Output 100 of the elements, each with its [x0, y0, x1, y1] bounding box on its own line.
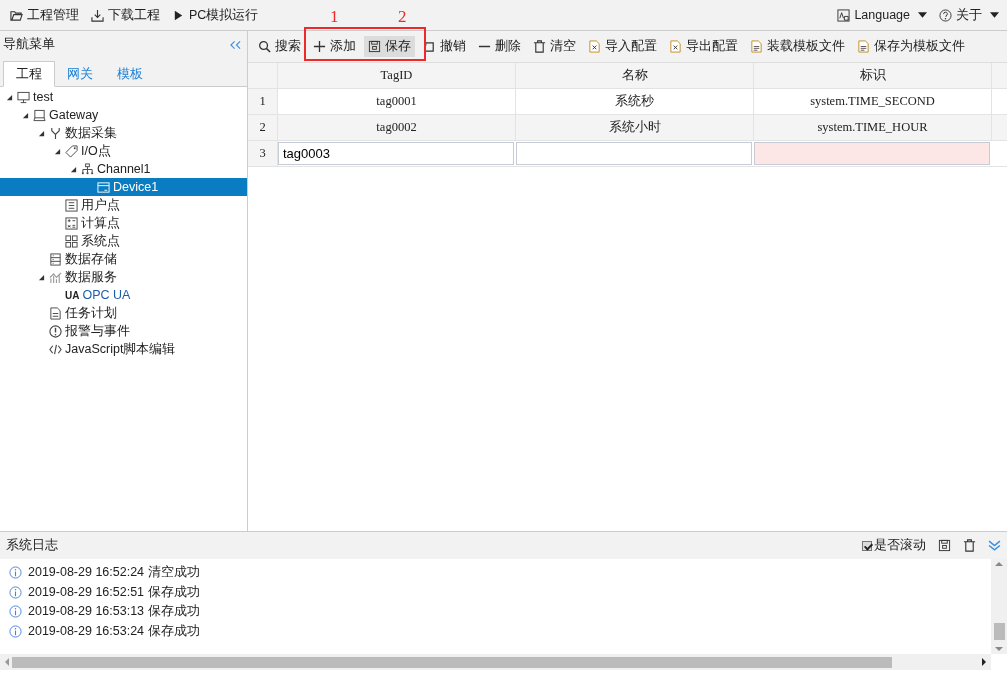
toolbar-button[interactable]: 保存为模板文件 [853, 36, 969, 57]
search-icon [258, 40, 271, 53]
log-entry: 2019-08-29 16:53:24 保存成功 [28, 622, 200, 640]
spreadsheet-file-icon [669, 40, 682, 53]
tree-item[interactable]: 任务计划 [0, 304, 247, 322]
tree-item[interactable]: UA OPC UA [0, 286, 247, 304]
dropdown-button[interactable]: 关于 [939, 6, 999, 24]
toolbar-button[interactable]: 保存 [364, 36, 415, 57]
expanded-triangle-icon[interactable] [37, 273, 45, 281]
laptop-icon [33, 108, 46, 122]
save-icon [368, 40, 381, 53]
trash-icon [963, 539, 976, 552]
toolbar-button[interactable]: 导入配置 [584, 36, 661, 57]
menu-button[interactable]: 下载工程 [91, 6, 160, 24]
menu-button[interactable]: PC模拟运行 [172, 6, 259, 24]
toolbar-button[interactable]: 装载模板文件 [746, 36, 849, 57]
annotation-number: 2 [398, 7, 407, 27]
play-icon [172, 8, 185, 22]
table-cell: system.TIME_HOUR [754, 115, 992, 140]
spreadsheet-file-icon [588, 40, 601, 53]
toolbar-button[interactable]: 导出配置 [665, 36, 742, 57]
log-entry: 2019-08-29 16:52:24 清空成功 [28, 564, 200, 582]
toolbar-button[interactable]: 清空 [529, 36, 580, 57]
tree-item[interactable]: Device1 [0, 178, 247, 196]
log-entry: 2019-08-29 16:52:51 保存成功 [28, 583, 200, 601]
table-cell: tag0002 [278, 115, 516, 140]
tab[interactable]: 网关 [55, 61, 105, 87]
tree-item[interactable]: Channel1 [0, 160, 247, 178]
tab[interactable]: 工程 [3, 61, 55, 87]
toolbar-button[interactable]: 搜索 [254, 36, 305, 57]
save-icon [938, 539, 951, 552]
expanded-triangle-icon[interactable] [37, 129, 45, 137]
tree-item[interactable]: JavaScript脚本编辑 [0, 340, 247, 358]
table-cell: 系统秒 [516, 89, 754, 114]
vertical-scrollbar[interactable] [991, 559, 1007, 654]
tree-item[interactable]: 报警与事件 [0, 322, 247, 340]
trash-icon [533, 40, 546, 53]
info-icon [9, 566, 22, 580]
tag-icon [65, 144, 78, 158]
column-header[interactable]: 标识 [754, 63, 992, 88]
collapse-down-icon[interactable] [988, 539, 1001, 552]
table-cell: system.TIME_SECOND [754, 89, 992, 114]
plus-icon [313, 40, 326, 53]
tree-item[interactable]: I/O点 [0, 142, 247, 160]
tab[interactable]: 模板 [105, 61, 155, 87]
panel-title: 系统日志 [6, 537, 58, 554]
caret-icon [918, 12, 927, 18]
table-cell: 系统小时 [516, 115, 754, 140]
tree-item[interactable]: 计算点 [0, 214, 247, 232]
horizontal-scrollbar[interactable] [0, 654, 991, 670]
language-icon [837, 8, 851, 22]
monitor-icon [17, 90, 30, 104]
cell-input-field[interactable]: tag0003 [278, 142, 514, 165]
autoscroll-checkbox[interactable]: 是否滚动 [862, 537, 926, 554]
table-cell: tag0001 [278, 89, 516, 114]
network-icon [81, 162, 94, 176]
tree-item[interactable]: 数据服务 [0, 268, 247, 286]
document-icon [49, 306, 62, 320]
database-icon [49, 252, 62, 266]
tree-item[interactable]: 数据存储 [0, 250, 247, 268]
info-icon [9, 585, 22, 599]
expanded-triangle-icon[interactable] [53, 147, 61, 155]
expanded-triangle-icon[interactable] [21, 111, 29, 119]
info-icon [9, 624, 22, 638]
tree-item[interactable]: test [0, 88, 247, 106]
column-header[interactable]: TagID [278, 63, 516, 88]
tree-item[interactable]: 系统点 [0, 232, 247, 250]
cell-input-field[interactable] [754, 142, 990, 165]
chart-icon [49, 270, 62, 284]
expanded-triangle-icon[interactable] [5, 93, 13, 101]
log-entry: 2019-08-29 16:53:13 保存成功 [28, 603, 200, 621]
collapse-icon[interactable] [230, 39, 241, 50]
info-icon [9, 605, 22, 619]
document-icon [750, 40, 763, 53]
help-icon [939, 8, 952, 22]
cell-input-field[interactable] [516, 142, 752, 165]
ua-logo: UA [65, 289, 80, 301]
panel-title: 导航菜单 [3, 36, 55, 53]
download-icon [91, 8, 104, 22]
window-icon [97, 180, 110, 194]
row-number: 1 [248, 89, 278, 114]
toolbar-button[interactable]: 撤销 [419, 36, 470, 57]
code-icon [49, 342, 62, 356]
annotation-number: 1 [330, 7, 339, 27]
document-icon [857, 40, 870, 53]
tree-item[interactable]: 用户点 [0, 196, 247, 214]
expanded-triangle-icon[interactable] [69, 165, 77, 173]
fork-icon [49, 126, 62, 140]
grid-icon [65, 234, 78, 248]
calculator-icon [65, 216, 78, 230]
column-header[interactable]: 名称 [516, 63, 754, 88]
dropdown-button[interactable]: Language [837, 6, 927, 24]
toolbar-button[interactable]: 添加 [309, 36, 360, 57]
tree-item[interactable]: 数据采集 [0, 124, 247, 142]
tree-item[interactable]: Gateway [0, 106, 247, 124]
menu-button[interactable]: 工程管理 [10, 6, 79, 24]
caret-icon [990, 12, 999, 18]
bracket-icon [423, 40, 436, 53]
folder-icon [10, 8, 23, 22]
toolbar-button[interactable]: 删除 [474, 36, 525, 57]
